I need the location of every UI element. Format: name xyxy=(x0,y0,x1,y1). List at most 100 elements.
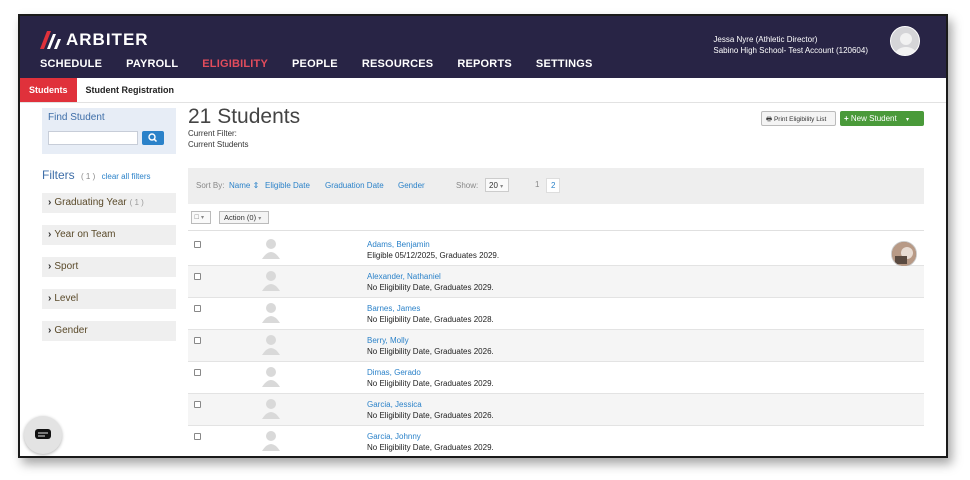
filters-header: Filters ( 1 ) clear all filters xyxy=(42,168,151,182)
sort-graduation-date[interactable]: Graduation Date xyxy=(325,181,384,190)
caret-down-icon[interactable]: ▾ xyxy=(906,117,909,123)
student-row[interactable]: Barnes, James No Eligibility Date, Gradua… xyxy=(188,298,924,330)
user-avatar[interactable] xyxy=(890,26,920,56)
chat-widget[interactable] xyxy=(24,416,62,454)
sort-name[interactable]: Name ⇕ xyxy=(229,181,259,190)
chevron-right-icon: › xyxy=(48,229,52,240)
sort-gender[interactable]: Gender xyxy=(398,181,425,190)
chevron-right-icon: › xyxy=(48,325,52,336)
caret-down-icon: ▾ xyxy=(500,184,504,190)
filter-graduating-year[interactable]: › Graduating Year( 1 ) xyxy=(42,193,176,213)
arbiter-logo[interactable]: ARBITER xyxy=(40,30,149,50)
filter-label: Year on Team xyxy=(54,229,116,240)
row-checkbox[interactable] xyxy=(194,273,201,280)
filter-count: ( 1 ) xyxy=(129,198,144,207)
sort-icon: ⇕ xyxy=(252,181,260,190)
main-nav: SCHEDULE PAYROLL ELIGIBILITY PEOPLE RESO… xyxy=(40,58,617,70)
tab-students[interactable]: Students xyxy=(20,78,77,102)
student-row[interactable]: Adams, Benjamin Eligible 05/12/2025, Grad… xyxy=(188,234,924,267)
row-checkbox[interactable] xyxy=(194,305,201,312)
user-info[interactable]: Jessa Nyre (Athletic Director) Sabino Hi… xyxy=(713,34,868,56)
page-1-link[interactable]: 1 xyxy=(531,178,543,191)
nav-payroll[interactable]: PAYROLL xyxy=(126,58,178,70)
nav-settings[interactable]: SETTINGS xyxy=(536,58,593,70)
filter-label: Sport xyxy=(54,261,79,272)
clear-filters-link[interactable]: clear all filters xyxy=(102,172,151,181)
nav-schedule[interactable]: SCHEDULE xyxy=(40,58,102,70)
current-filter-label: Current Filter: xyxy=(188,129,237,138)
sort-by-label: Sort By: xyxy=(196,181,225,190)
student-row[interactable]: Alexander, Nathaniel No Eligibility Date,… xyxy=(188,266,924,298)
find-student-label: Find Student xyxy=(48,112,105,123)
print-eligibility-button[interactable]: 🖶 Print Eligibility List xyxy=(761,111,836,126)
caret-down-icon: ▾ xyxy=(258,216,262,222)
chat-icon xyxy=(35,429,51,439)
person-silhouette-icon xyxy=(262,237,280,259)
row-checkbox[interactable] xyxy=(194,337,201,344)
chevron-right-icon: › xyxy=(48,197,52,208)
user-name: Jessa Nyre (Athletic Director) xyxy=(713,35,818,44)
row-checkbox[interactable] xyxy=(194,433,201,440)
student-photo[interactable] xyxy=(891,241,917,267)
student-name-link[interactable]: Adams, Benjamin xyxy=(367,240,430,249)
page-2-link[interactable]: 2 xyxy=(546,178,561,193)
row-checkbox[interactable] xyxy=(194,401,201,408)
tab-student-registration[interactable]: Student Registration xyxy=(77,78,184,102)
new-student-button[interactable]: + New Student ▾ xyxy=(840,111,924,126)
filter-level[interactable]: › Level xyxy=(42,289,176,309)
nav-people[interactable]: PEOPLE xyxy=(292,58,338,70)
person-silhouette-icon xyxy=(262,429,280,451)
default-avatar-icon xyxy=(895,33,917,55)
student-row[interactable]: Garcia, Jessica No Eligibility Date, Grad… xyxy=(188,394,924,426)
filter-gender[interactable]: › Gender xyxy=(42,321,176,341)
student-eligibility-info: No Eligibility Date, Graduates 2029. xyxy=(367,283,494,292)
arbiter-logo-icon xyxy=(40,31,61,49)
nav-eligibility[interactable]: ELIGIBILITY xyxy=(202,58,268,70)
page-title: 21 Students xyxy=(188,105,301,128)
user-account: Sabino High School- Test Account (120604… xyxy=(713,46,868,55)
person-silhouette-icon xyxy=(262,397,280,419)
student-name-link[interactable]: Berry, Molly xyxy=(367,336,409,345)
student-row[interactable]: Dimas, Gerado No Eligibility Date, Gradua… xyxy=(188,362,924,394)
sort-eligible-date[interactable]: Eligible Date xyxy=(265,181,310,190)
student-name-link[interactable]: Dimas, Gerado xyxy=(367,368,421,377)
filters-title: Filters xyxy=(42,168,75,182)
row-checkbox[interactable] xyxy=(194,369,201,376)
show-label: Show: xyxy=(456,181,479,190)
person-silhouette-icon xyxy=(262,301,280,323)
new-student-label: New Student xyxy=(850,114,897,123)
filter-sport[interactable]: › Sport xyxy=(42,257,176,277)
filters-count: ( 1 ) xyxy=(81,172,96,181)
find-student-input[interactable] xyxy=(48,131,138,145)
filter-label: Graduating Year xyxy=(54,197,127,208)
student-row[interactable]: Garcia, Johnny No Eligibility Date, Gradu… xyxy=(188,426,924,456)
student-eligibility-info: No Eligibility Date, Graduates 2029. xyxy=(367,443,494,452)
student-name-link[interactable]: Alexander, Nathaniel xyxy=(367,272,441,281)
sort-bar: Sort By: Name ⇕ Eligible Date Graduation… xyxy=(188,168,924,204)
find-student-button[interactable] xyxy=(142,131,164,145)
chevron-right-icon: › xyxy=(48,293,52,304)
student-name-link[interactable]: Garcia, Jessica xyxy=(367,400,422,409)
student-eligibility-info: No Eligibility Date, Graduates 2028. xyxy=(367,315,494,324)
action-dropdown[interactable]: Action (0) ▾ xyxy=(219,211,269,224)
person-silhouette-icon xyxy=(262,269,280,291)
student-row[interactable]: Berry, Molly No Eligibility Date, Graduat… xyxy=(188,330,924,362)
plus-icon: + xyxy=(844,114,849,123)
student-name-link[interactable]: Barnes, James xyxy=(367,304,420,313)
filter-year-on-team[interactable]: › Year on Team xyxy=(42,225,176,245)
row-checkbox[interactable] xyxy=(194,241,201,248)
top-header: ARBITER SCHEDULE PAYROLL ELIGIBILITY PEO… xyxy=(20,16,946,78)
show-select[interactable]: 20 ▾ xyxy=(485,178,509,192)
person-silhouette-icon xyxy=(262,365,280,387)
show-value: 20 xyxy=(489,181,498,190)
sort-name-label: Name xyxy=(229,181,251,190)
student-eligibility-info: No Eligibility Date, Graduates 2026. xyxy=(367,347,494,356)
student-eligibility-info: No Eligibility Date, Graduates 2026. xyxy=(367,411,494,420)
current-filter-value: Current Students xyxy=(188,140,249,149)
student-name-link[interactable]: Garcia, Johnny xyxy=(367,432,421,441)
nav-reports[interactable]: REPORTS xyxy=(457,58,512,70)
find-student-panel: Find Student xyxy=(42,108,176,154)
select-all-dropdown[interactable]: ☐ ▾ xyxy=(191,211,211,224)
nav-resources[interactable]: RESOURCES xyxy=(362,58,433,70)
print-button-label: Print Eligibility List xyxy=(773,116,827,123)
